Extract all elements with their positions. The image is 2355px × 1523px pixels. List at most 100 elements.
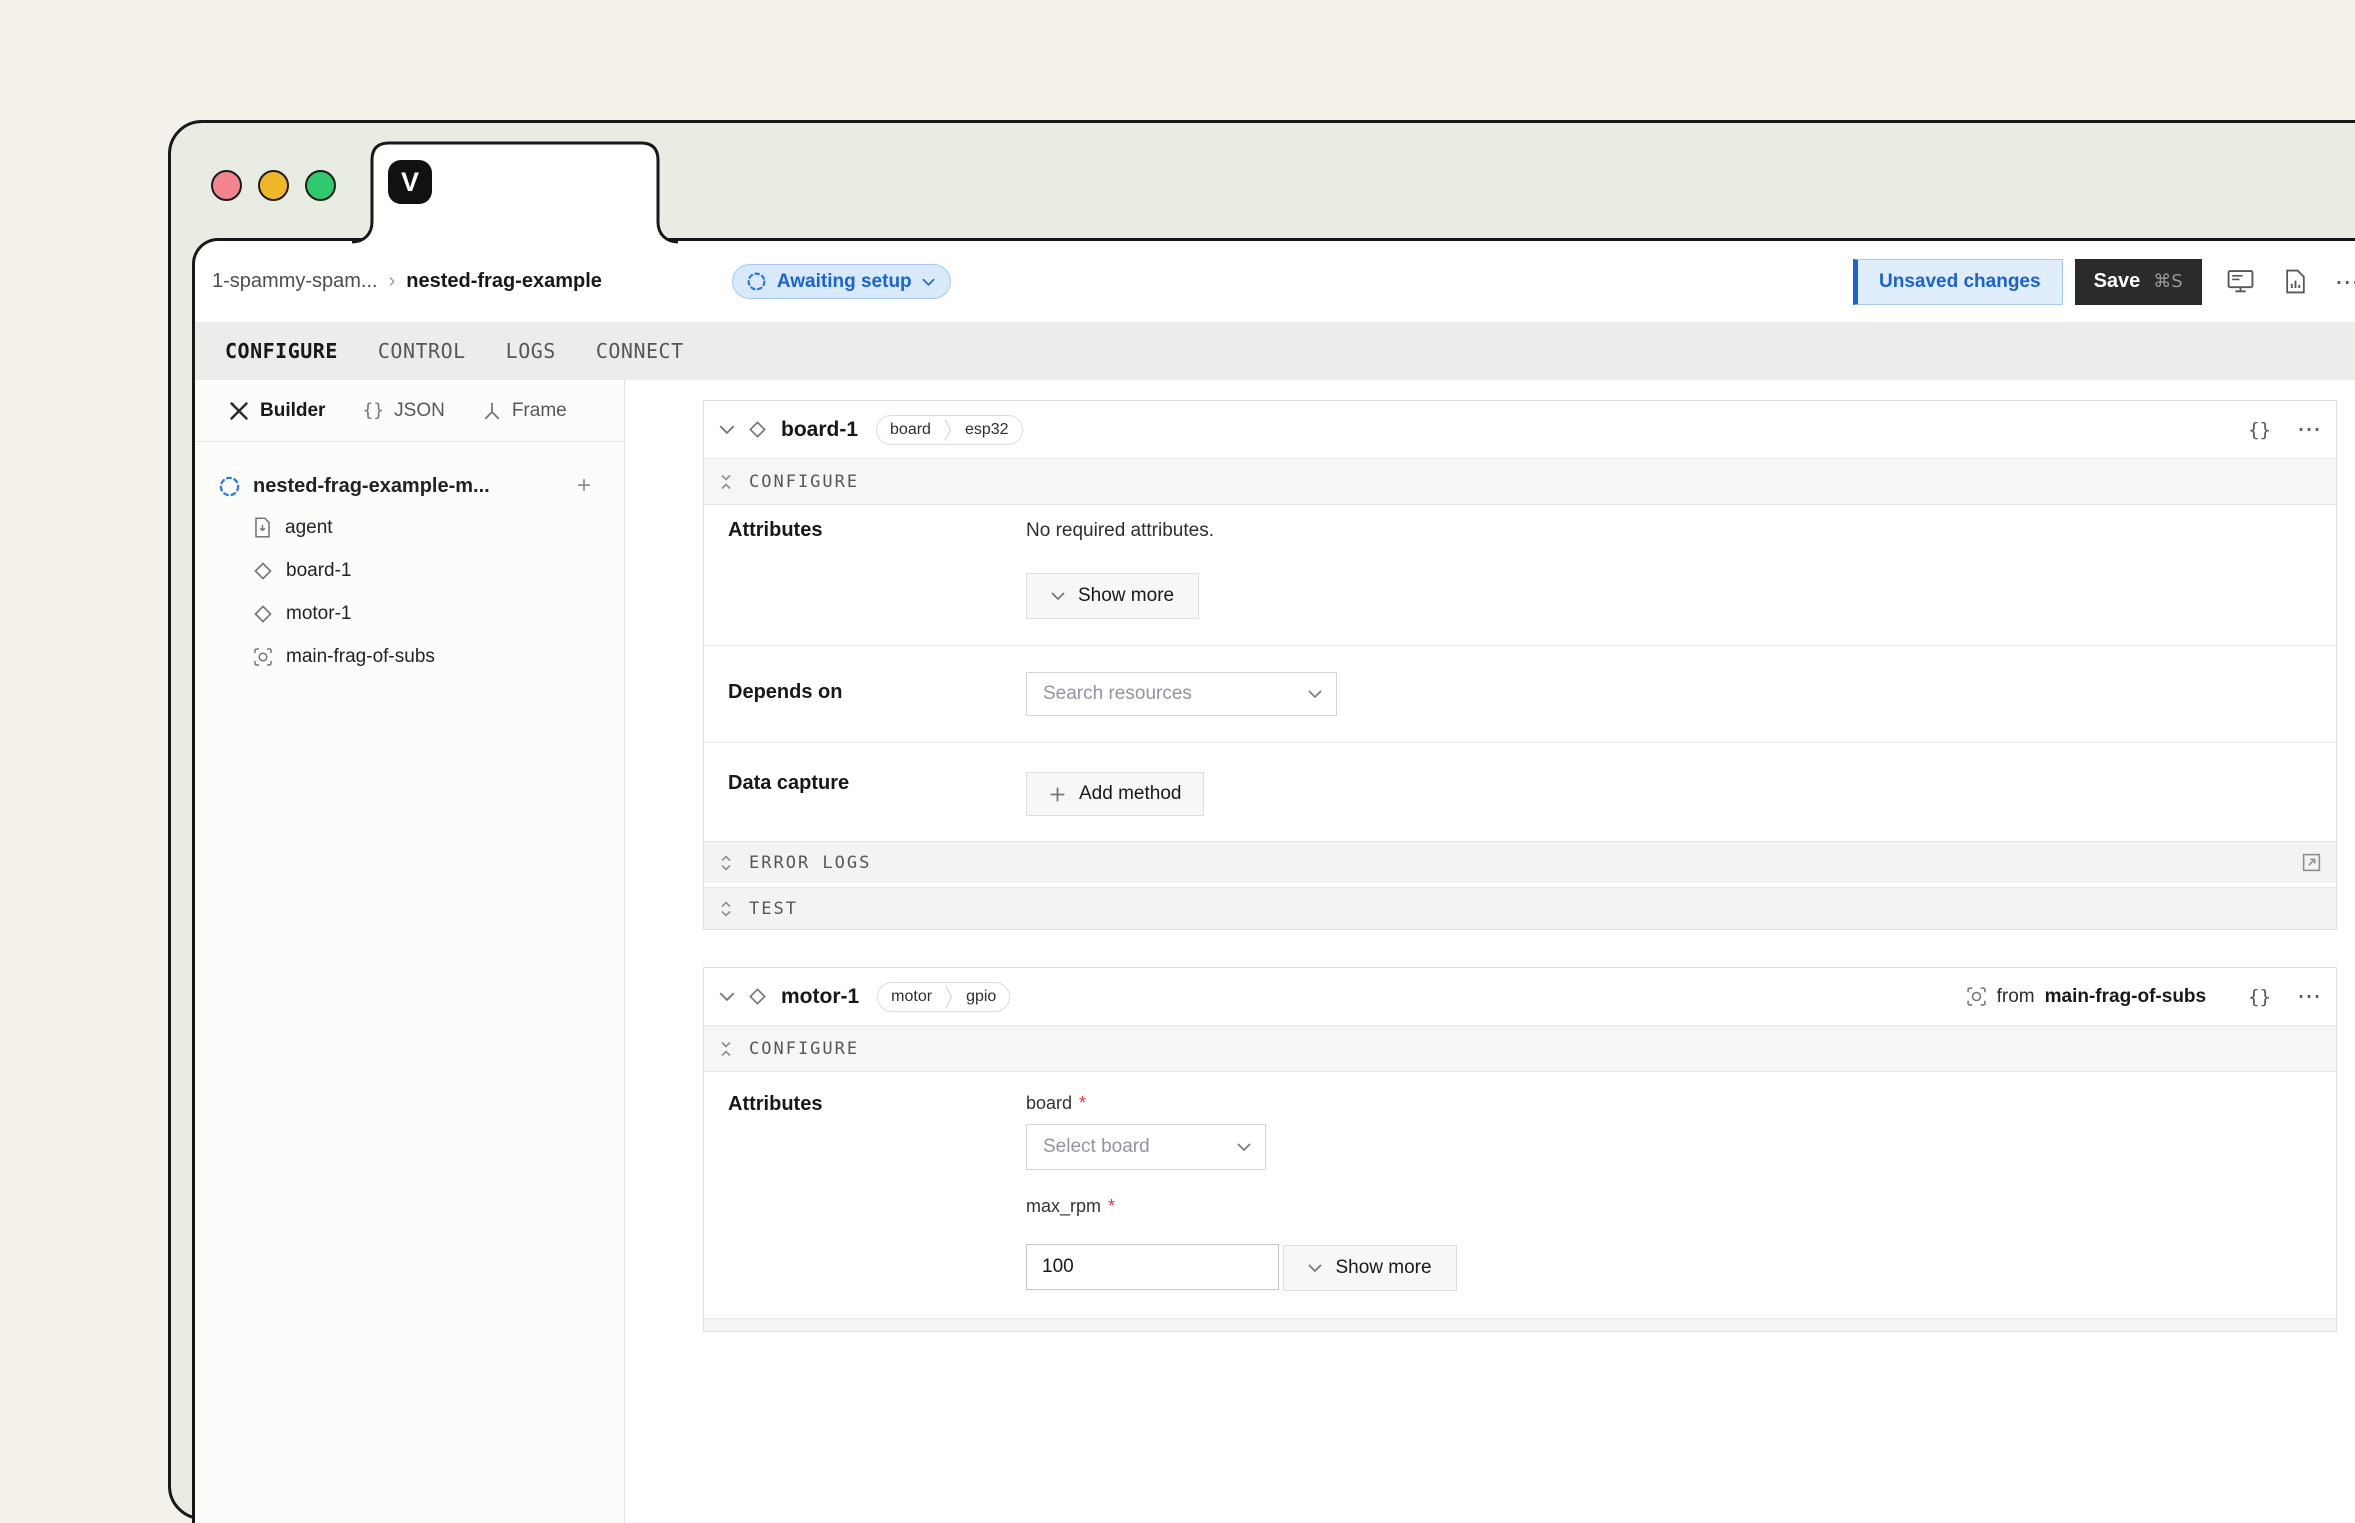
board-depends-on-row: Depends on Search resources <box>704 645 2336 742</box>
logs-document-icon[interactable] <box>2285 269 2306 294</box>
mode-builder[interactable]: Builder <box>228 400 325 422</box>
open-logs-external-icon[interactable] <box>2301 852 2322 873</box>
chevron-down-icon <box>1308 690 1322 698</box>
collapse-card-chevron-icon[interactable] <box>719 992 735 1001</box>
board-configure-section-bar[interactable]: CONFIGURE <box>704 458 2336 505</box>
component-type: motor <box>878 988 945 1006</box>
select-board-dropdown[interactable]: Select board <box>1026 1124 1266 1170</box>
awaiting-spinner-icon <box>746 271 767 292</box>
mode-frame[interactable]: Frame <box>482 400 567 422</box>
agent-file-icon <box>253 517 272 538</box>
fold-section-icon <box>720 473 732 491</box>
tree-item-motor-1[interactable]: motor-1 <box>253 592 624 635</box>
machine-header: 1-spammy-spam... › nested-frag-example A… <box>195 241 2355 322</box>
chevron-down-icon <box>1308 1264 1322 1272</box>
board-error-logs-bar[interactable]: ERROR LOGS <box>704 841 2336 883</box>
tree-root-label: nested-frag-example-m... <box>253 475 490 498</box>
no-required-attributes-text: No required attributes. <box>1026 519 2336 543</box>
json-braces-icon: {} <box>362 400 384 421</box>
card-more-menu[interactable]: ⋯ <box>2297 415 2322 444</box>
tree-item-label: main-frag-of-subs <box>286 646 435 668</box>
depends-on-label: Depends on <box>728 672 1026 716</box>
breadcrumb-separator: › <box>389 270 396 293</box>
breadcrumb-machine-name[interactable]: nested-frag-example <box>406 270 602 293</box>
tree-item-board-1[interactable]: board-1 <box>253 549 624 592</box>
tab-control[interactable]: CONTROL <box>378 339 466 363</box>
motor-1-header-actions: from main-frag-of-subs {} ⋯ <box>1966 982 2322 1011</box>
machine-part-status-icon <box>218 475 241 498</box>
select-board-placeholder: Select board <box>1043 1136 1150 1158</box>
mode-json-label: JSON <box>394 400 445 422</box>
show-more-button[interactable]: Show more <box>1283 1245 1456 1291</box>
builder-tools-icon <box>228 400 250 422</box>
show-more-label: Show more <box>1335 1257 1431 1279</box>
fragment-icon <box>1966 986 1987 1007</box>
tree-item-main-frag-of-subs[interactable]: main-frag-of-subs <box>253 635 624 678</box>
tree-item-agent[interactable]: agent <box>253 506 624 549</box>
section-label: TEST <box>749 899 798 919</box>
from-fragment-name: main-frag-of-subs <box>2045 986 2207 1008</box>
field-label-text: board <box>1026 1093 1072 1114</box>
section-label: ERROR LOGS <box>749 853 871 873</box>
depends-on-placeholder: Search resources <box>1043 683 1192 705</box>
board-test-bar[interactable]: TEST <box>704 887 2336 929</box>
viam-logo-letter: V <box>401 167 419 198</box>
component-diamond-icon <box>748 420 767 439</box>
mode-json[interactable]: {} JSON <box>362 400 444 422</box>
json-toggle-icon[interactable]: {} <box>2248 986 2271 1008</box>
board-data-capture-row: Data capture Add method <box>704 742 2336 841</box>
unsaved-changes-button[interactable]: Unsaved changes <box>1853 259 2063 305</box>
max-rpm-field-label: max_rpm * <box>1026 1196 2336 1217</box>
component-type-model-pill: motor gpio <box>877 982 1010 1012</box>
close-window-button[interactable] <box>211 170 242 201</box>
add-resource-button[interactable]: + <box>577 474 591 498</box>
motor-configure-section-bar[interactable]: CONFIGURE <box>704 1025 2336 1072</box>
tab-logs[interactable]: LOGS <box>506 339 556 363</box>
attributes-label: Attributes <box>728 1093 1026 1291</box>
component-diamond-icon <box>253 561 273 581</box>
machine-monitor-icon[interactable] <box>2227 269 2254 294</box>
section-label: CONFIGURE <box>749 1039 859 1059</box>
tree-item-label: board-1 <box>286 560 352 582</box>
collapse-card-chevron-icon[interactable] <box>719 425 735 434</box>
pill-divider-icon <box>944 416 952 444</box>
breadcrumb-parent[interactable]: 1-spammy-spam... <box>212 270 378 293</box>
browser-window: V 1-spammy-spam... › nested-frag-example… <box>168 120 2355 1520</box>
motor-1-card-header: motor-1 motor gpio from <box>704 968 2336 1025</box>
tab-connect[interactable]: CONNECT <box>596 339 684 363</box>
tab-configure[interactable]: CONFIGURE <box>225 339 338 363</box>
unfold-section-icon <box>720 900 732 918</box>
component-type-model-pill: board esp32 <box>876 415 1023 445</box>
machine-status-badge[interactable]: Awaiting setup <box>732 264 951 299</box>
add-method-label: Add method <box>1079 783 1181 805</box>
component-model: esp32 <box>952 421 1022 439</box>
show-more-button[interactable]: Show more <box>1026 573 1199 619</box>
fragment-icon <box>253 647 273 667</box>
zoom-window-button[interactable] <box>305 170 336 201</box>
add-method-button[interactable]: Add method <box>1026 772 1204 816</box>
chevron-down-icon <box>922 278 935 286</box>
attributes-label: Attributes <box>728 519 1026 619</box>
board-1-card: board-1 board esp32 {} ⋯ <box>703 400 2337 930</box>
max-rpm-input[interactable] <box>1026 1244 1279 1290</box>
header-more-menu[interactable]: ⋯ <box>2335 267 2355 297</box>
depends-on-select[interactable]: Search resources <box>1026 672 1337 716</box>
json-toggle-icon[interactable]: {} <box>2248 419 2271 441</box>
board-field-label: board * <box>1026 1093 2336 1114</box>
component-type: board <box>877 421 944 439</box>
mode-frame-label: Frame <box>512 400 567 422</box>
save-button[interactable]: Save ⌘S <box>2075 259 2202 305</box>
page: { "window": { "tab_logo": "V", "traffic_… <box>0 0 2355 1384</box>
fragment-source: from main-frag-of-subs <box>1966 986 2207 1008</box>
mode-builder-label: Builder <box>260 400 325 422</box>
board-1-header-actions: {} ⋯ <box>2248 415 2322 444</box>
configure-body: Builder {} JSON Frame <box>195 380 2355 1523</box>
minimize-window-button[interactable] <box>258 170 289 201</box>
header-actions: Unsaved changes Save ⌘S ⋯ <box>1853 259 2355 305</box>
tree-root-machine[interactable]: nested-frag-example-m... <box>218 472 624 500</box>
card-more-menu[interactable]: ⋯ <box>2297 982 2322 1011</box>
from-prefix: from <box>1997 986 2035 1008</box>
frame-axis-icon <box>482 401 502 421</box>
save-label: Save <box>2094 270 2141 293</box>
traffic-lights <box>211 170 336 201</box>
